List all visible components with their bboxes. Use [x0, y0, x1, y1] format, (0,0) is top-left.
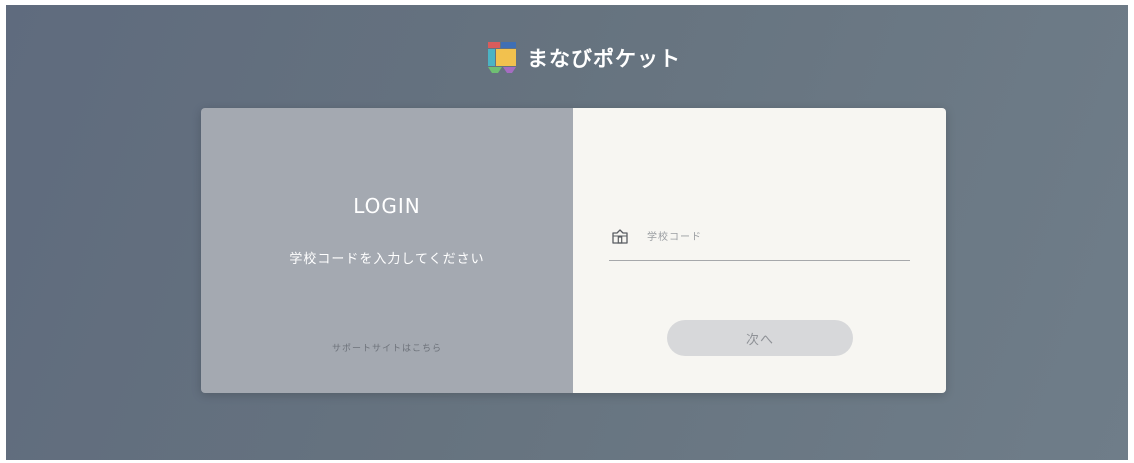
support-site-link[interactable]: サポートサイトはこちら [201, 341, 573, 354]
login-title: LOGIN [353, 194, 421, 218]
brand-name: まなびポケット [527, 47, 681, 71]
next-button[interactable]: 次へ [667, 320, 853, 356]
login-form-panel: 次へ [573, 108, 946, 393]
login-instruction: 学校コードを入力してください [289, 252, 485, 267]
login-card: LOGIN 学校コードを入力してください サポートサイトはこちら 次へ [201, 108, 946, 393]
manabi-pocket-logo-icon [484, 40, 520, 76]
page-background: まなびポケット LOGIN 学校コードを入力してください サポートサイトはこちら… [6, 5, 1128, 460]
school-code-field [609, 221, 910, 261]
school-icon [611, 227, 629, 245]
school-code-input[interactable] [647, 226, 902, 248]
brand-header: まなびポケット [484, 40, 681, 76]
login-info-panel: LOGIN 学校コードを入力してください サポートサイトはこちら [201, 108, 573, 393]
